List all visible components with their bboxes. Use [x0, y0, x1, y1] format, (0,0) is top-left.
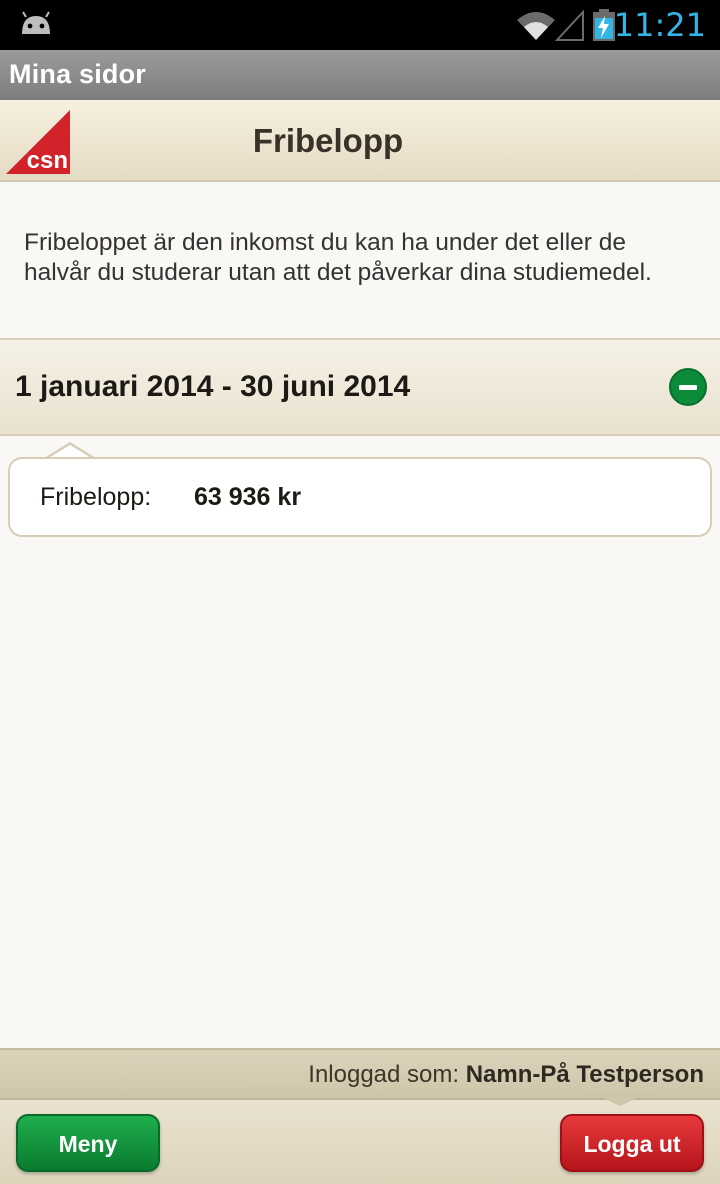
fribelopp-value: 63 936 kr — [194, 483, 302, 511]
logged-in-name: Namn-På Testperson — [465, 1061, 704, 1088]
battery-charging-icon — [593, 9, 615, 41]
signal-icon — [555, 9, 584, 41]
intro-text: Fribeloppet är den inkomst du kan ha und… — [24, 229, 652, 286]
logged-in-bar: Inloggad som: Namn-På Testperson — [0, 1048, 720, 1098]
page-header: csn Fribelopp — [0, 100, 720, 182]
fribelopp-card: Fribelopp: 63 936 kr — [8, 457, 712, 537]
period-row[interactable]: 1 januari 2014 - 30 juni 2014 — [0, 338, 720, 436]
page-title: Fribelopp — [252, 122, 404, 159]
logged-in-text: Inloggad som: Namn-På Testperson — [308, 1061, 704, 1089]
logged-in-prefix: Inloggad som: — [308, 1061, 460, 1088]
android-icon — [22, 11, 50, 34]
logout-button[interactable]: Logga ut — [560, 1114, 704, 1172]
wifi-icon — [517, 12, 555, 40]
minus-circle-icon[interactable] — [669, 368, 707, 406]
status-clock: 11:21 — [613, 6, 706, 44]
status-bar: 11:21 — [0, 0, 720, 50]
fribelopp-key: Fribelopp: — [40, 483, 152, 511]
menu-button[interactable]: Meny — [16, 1114, 160, 1172]
app-title: Mina sidor — [9, 59, 147, 89]
footer-bar: Meny Logga ut — [0, 1098, 720, 1184]
period-label: 1 januari 2014 - 30 juni 2014 — [15, 370, 411, 403]
logged-in-notch — [590, 1092, 650, 1106]
action-bar: Mina sidor — [0, 50, 720, 100]
